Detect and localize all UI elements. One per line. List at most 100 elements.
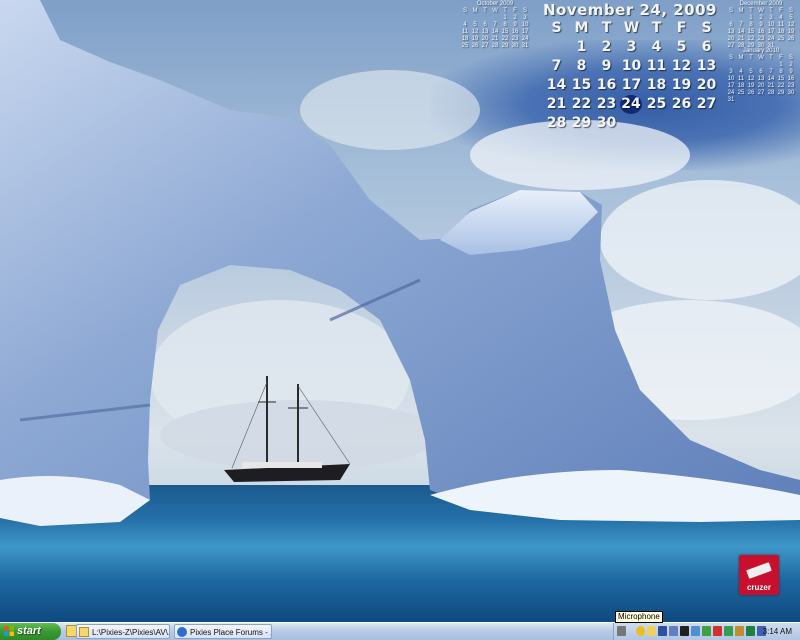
windows-flag-icon [4,626,14,636]
mini-calendar-cell: S [522,8,527,14]
mini-calendar-cell [736,15,746,22]
mini-calendar-cell [480,15,490,22]
mini-calendar-cell: 7 [769,69,773,75]
battery-icon[interactable] [746,626,755,636]
microphone-icon[interactable] [617,626,626,636]
mini-calendar-cell: 17 [521,29,529,35]
mini-calendar-cell: S [462,8,467,14]
calendar-day: 21 [546,96,567,112]
calendar-day: 19 [671,77,692,93]
mini-calendar-cell: 16 [757,29,765,35]
mini-calendar-cell: 18 [461,36,469,42]
calendar-day: 8 [576,58,587,74]
mini-calendar-cell: 24 [727,90,735,96]
calendar-weekday: T [651,20,662,36]
mini-calendar-cell: 6 [729,22,733,28]
mini-calendar-cell: 20 [727,36,735,42]
mini-calendar-cell: 3 [523,15,527,21]
mini-calendar-cell: 12 [747,76,755,82]
calendar-day: 22 [571,96,592,112]
volume-icon[interactable] [669,626,678,636]
mini-calendar-cell: 5 [749,69,753,75]
mini-calendar-cell [756,62,766,69]
calendar-today: 24 [620,95,642,114]
mini-calendar-cell [470,15,480,22]
mini-calendar-cell: 11 [737,76,745,82]
mini-calendar-cell: 22 [501,36,509,42]
calendar-weekday: F [676,20,687,36]
mini-calendar-cell: 30 [787,90,795,96]
usb-icon[interactable] [702,626,711,636]
calendar-day: 7 [551,58,562,74]
mini-calendar-cell: S [788,55,793,61]
mini-calendar-cell: 30 [511,43,519,49]
mini-calendar-cell [726,15,736,22]
mini-calendar-cell: T [749,55,753,61]
taskbar-item-browser[interactable]: Pixies Place Forums - ... [174,624,272,639]
sailing-ship [224,376,351,482]
calendar-weekday: S [551,20,562,36]
printer-icon[interactable] [735,626,744,636]
security-icon[interactable] [724,626,733,636]
desktop-wallpaper[interactable]: November 24, 2009 SMTWTFS 1 2 3 4 5 6 7 8 9 10 11 1… [0,0,800,622]
shield-icon[interactable] [636,626,645,636]
calendar-day: 17 [621,77,642,93]
mini-calendar-cell: 7 [739,22,743,28]
mini-calendar-cell [490,15,500,22]
calendar-day: 6 [701,39,712,55]
mini-calendar-cell: 15 [747,29,755,35]
calendar-title: November 24, 2009 [542,1,717,19]
mini-calendar-cell: M [472,8,478,14]
clock[interactable]: 3:14 AM [763,623,792,640]
cruzer-logo[interactable]: cruzer [739,555,779,595]
mini-calendar-cell: 12 [471,29,479,35]
mini-calendar-cell: 21 [491,36,499,42]
network-icon[interactable] [658,626,667,636]
mini-calendar-cell: M [738,8,744,14]
calendar-day: 20 [696,77,717,93]
calendar-day: 1 [576,39,587,55]
mini-calendar-cell: 5 [789,15,793,21]
mini-calendar-cell: 13 [481,29,489,35]
mini-calendar-cell: 27 [481,43,489,49]
system-tray: 3:14 AM [613,623,800,640]
taskbar-item-folder[interactable]: L:\Pixies-Z\Pixies\AV\... [76,624,170,639]
calendar-day: 27 [696,96,717,112]
mini-calendar-cell: 25 [777,36,785,42]
start-button[interactable]: start [0,623,61,640]
mini-calendar-cell: 14 [767,76,775,82]
mini-calendar-cell: 2 [789,62,793,68]
calendar-weekday: W [623,20,640,36]
update-icon[interactable] [691,626,700,636]
display-icon[interactable] [713,626,722,636]
mini-calendar-cell: T [503,8,507,14]
mini-calendar-cell: 21 [767,83,775,89]
mail-icon[interactable] [647,626,656,636]
mini-calendar-cell: M [738,55,744,61]
mini-calendar-cell: 11 [777,22,785,28]
mini-calendar-cell: 13 [757,76,765,82]
calendar-day: 14 [546,77,567,93]
mini-calendar-cell: 16 [787,76,795,82]
mini-calendar-cell: 19 [787,29,795,35]
calendar-day: 16 [596,77,617,93]
antivirus-icon[interactable] [680,626,689,636]
taskbar: start L:\Pixies-Z\Pixies\AV\... Pixies P… [0,622,800,640]
calendar-day: 26 [671,96,692,112]
mini-calendar-cell: F [779,55,783,61]
mini-calendar-cell: 16 [511,29,519,35]
mini-calendar-cell: 9 [789,69,793,75]
mini-calendar-cell: 22 [747,36,755,42]
tray-tooltip: Microphone [615,611,663,623]
calendar-day: 18 [646,77,667,93]
mini-calendar-cell: 7 [493,22,497,28]
mini-calendar-cell [736,62,746,69]
mini-calendar-cell: 18 [737,83,745,89]
mini-calendar-cell: 15 [501,29,509,35]
mini-calendar-cell: 3 [769,15,773,21]
mini-calendar-cell: S [788,8,793,14]
mini-calendar-cell: F [513,8,517,14]
usb-stick-icon [746,562,772,579]
calendar-day: 25 [646,96,667,112]
mini-calendar-cell: 15 [777,76,785,82]
